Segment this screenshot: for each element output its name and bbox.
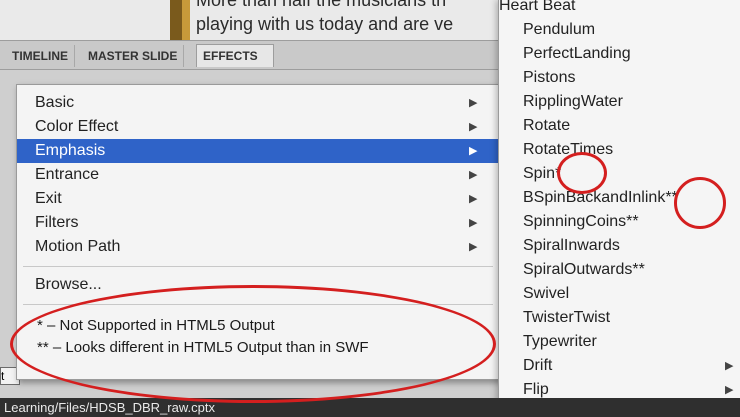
submenu-item-label: Spin* bbox=[523, 165, 562, 182]
submenu-item-label: Rotate bbox=[523, 117, 571, 134]
submenu-item-label: Typewriter bbox=[523, 333, 597, 350]
submenu-arrow-icon: ▶ bbox=[469, 169, 478, 181]
menu-item-exit[interactable]: Exit ▶ bbox=[17, 187, 499, 211]
menu-item-filters[interactable]: Filters ▶ bbox=[17, 211, 499, 235]
menu-item-motion-path[interactable]: Motion Path ▶ bbox=[17, 235, 499, 259]
slide-frame-accent bbox=[182, 0, 190, 40]
submenu-arrow-icon: ▶ bbox=[469, 145, 478, 157]
submenu-item[interactable]: Pendulum bbox=[499, 18, 740, 42]
menu-item-label: Entrance bbox=[35, 166, 100, 183]
submenu-arrow-icon: ▶ bbox=[469, 193, 478, 205]
submenu-item-drift[interactable]: Drift ▶ bbox=[499, 354, 740, 378]
submenu-item[interactable]: SpiralInwards bbox=[499, 234, 740, 258]
status-file-path: Learning/Files/HDSB_DBR_raw.cptx bbox=[4, 400, 215, 415]
menu-item-label: Browse... bbox=[35, 276, 102, 293]
submenu-item-label: Drift bbox=[523, 357, 553, 374]
submenu-item-label: RipplingWater bbox=[523, 93, 623, 110]
submenu-item[interactable]: Heart Beat bbox=[499, 0, 740, 18]
submenu-item[interactable]: RotateTimes bbox=[499, 138, 740, 162]
menu-item-entrance[interactable]: Entrance ▶ bbox=[17, 163, 499, 187]
submenu-item[interactable]: Rotate bbox=[499, 114, 740, 138]
menu-item-color-effect[interactable]: Color Effect ▶ bbox=[17, 115, 499, 139]
submenu-arrow-icon: ▶ bbox=[469, 97, 478, 109]
submenu-item[interactable]: TwisterTwist bbox=[499, 306, 740, 330]
submenu-item-label: SpiralInwards bbox=[523, 237, 620, 254]
menu-item-basic[interactable]: Basic ▶ bbox=[17, 91, 499, 115]
status-bar: Learning/Files/HDSB_DBR_raw.cptx bbox=[0, 398, 740, 417]
annotation-circle bbox=[674, 177, 726, 229]
menu-separator bbox=[23, 266, 493, 267]
submenu-arrow-icon: ▶ bbox=[725, 360, 734, 372]
tab-timeline[interactable]: TIMELINE bbox=[6, 45, 75, 67]
submenu-arrow-icon: ▶ bbox=[469, 217, 478, 229]
tab-master-slide[interactable]: MASTER SLIDE bbox=[82, 45, 185, 67]
submenu-arrow-icon: ▶ bbox=[469, 121, 478, 133]
submenu-item[interactable]: Pistons bbox=[499, 66, 740, 90]
annotation-circle bbox=[10, 285, 496, 403]
submenu-item-label: SpinningCoins** bbox=[523, 213, 639, 230]
submenu-item-label: SpiralOutwards** bbox=[523, 261, 645, 278]
submenu-item[interactable]: SpiralOutwards** bbox=[499, 258, 740, 282]
submenu-item-label: PerfectLanding bbox=[523, 45, 631, 62]
submenu-item[interactable]: PerfectLanding bbox=[499, 42, 740, 66]
submenu-item[interactable]: RipplingWater bbox=[499, 90, 740, 114]
annotation-circle bbox=[557, 152, 607, 194]
menu-item-label: Exit bbox=[35, 190, 62, 207]
submenu-item[interactable]: Typewriter bbox=[499, 330, 740, 354]
menu-item-emphasis[interactable]: Emphasis ▶ bbox=[17, 139, 499, 163]
menu-item-label: Emphasis bbox=[35, 142, 106, 159]
submenu-item-label: Swivel bbox=[523, 285, 570, 302]
menu-item-label: Filters bbox=[35, 214, 79, 231]
menu-item-label: Basic bbox=[35, 94, 75, 111]
submenu-item-label: Pendulum bbox=[523, 21, 596, 38]
menu-item-label: Motion Path bbox=[35, 238, 121, 255]
slide-frame-border bbox=[170, 0, 182, 40]
tab-effects[interactable]: EFFECTS bbox=[196, 44, 274, 67]
submenu-item-label: TwisterTwist bbox=[523, 309, 611, 326]
submenu-item-label: BSpinBackandInlink** bbox=[523, 189, 678, 206]
submenu-arrow-icon: ▶ bbox=[469, 241, 478, 253]
submenu-item[interactable]: Swivel bbox=[499, 282, 740, 306]
submenu-item-label: Pistons bbox=[523, 69, 576, 86]
menu-item-label: Color Effect bbox=[35, 118, 119, 135]
